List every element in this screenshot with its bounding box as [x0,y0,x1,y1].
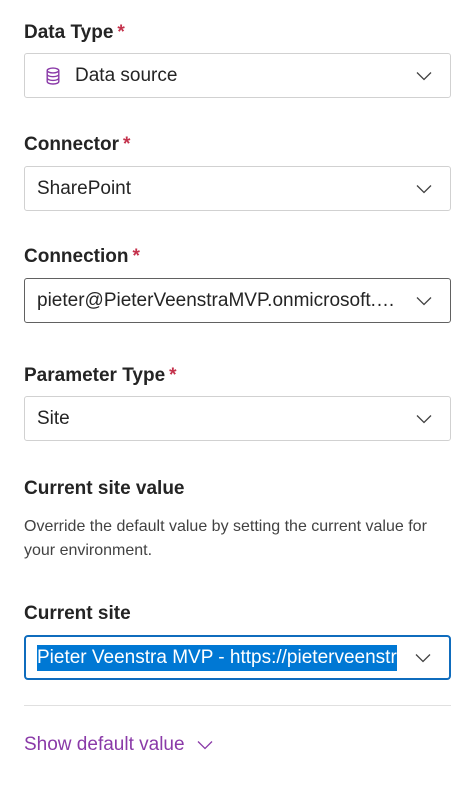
parameter-type-value: Site [37,407,70,429]
data-type-label: Data Type * [24,22,125,44]
chevron-down-icon[interactable] [398,54,450,97]
show-default-value-label: Show default value [24,734,185,755]
connection-label: Connection * [24,246,140,268]
connection-label-text: Connection [24,246,129,267]
required-asterisk: * [169,365,177,386]
current-site-label: Current site [24,603,131,624]
current-site-value-heading: Current site value [24,478,185,499]
connector-value: SharePoint [37,177,132,199]
required-asterisk: * [117,22,125,43]
chevron-down-icon[interactable] [397,637,449,678]
connection-dropdown[interactable]: pieter@PieterVeenstraMVP.onmicrosoft.com [24,278,451,323]
data-type-value: Data source [75,64,178,86]
required-asterisk: * [132,246,140,267]
chevron-down-icon[interactable] [398,397,450,440]
connection-value: pieter@PieterVeenstraMVP.onmicrosoft.com [37,289,398,311]
current-site-value[interactable]: Pieter Veenstra MVP - https://pieterveen… [37,644,397,671]
data-type-dropdown[interactable]: Data source [24,53,451,98]
current-site-dropdown[interactable]: Pieter Veenstra MVP - https://pieterveen… [24,635,451,680]
chevron-down-icon[interactable] [398,279,450,322]
database-icon [45,66,61,86]
parameter-type-label-text: Parameter Type [24,365,166,386]
connector-label-text: Connector [24,134,119,155]
connector-dropdown[interactable]: SharePoint [24,166,451,211]
required-asterisk: * [123,134,131,155]
connector-label: Connector * [24,134,130,156]
chevron-down-icon [197,734,213,756]
divider [24,705,451,706]
parameter-type-dropdown[interactable]: Site [24,396,451,441]
current-site-value-description: Override the default value by setting th… [24,518,427,559]
show-default-value-link[interactable]: Show default value [24,734,213,756]
chevron-down-icon[interactable] [398,167,450,210]
parameter-type-label: Parameter Type * [24,365,177,387]
data-type-label-text: Data Type [24,22,114,43]
